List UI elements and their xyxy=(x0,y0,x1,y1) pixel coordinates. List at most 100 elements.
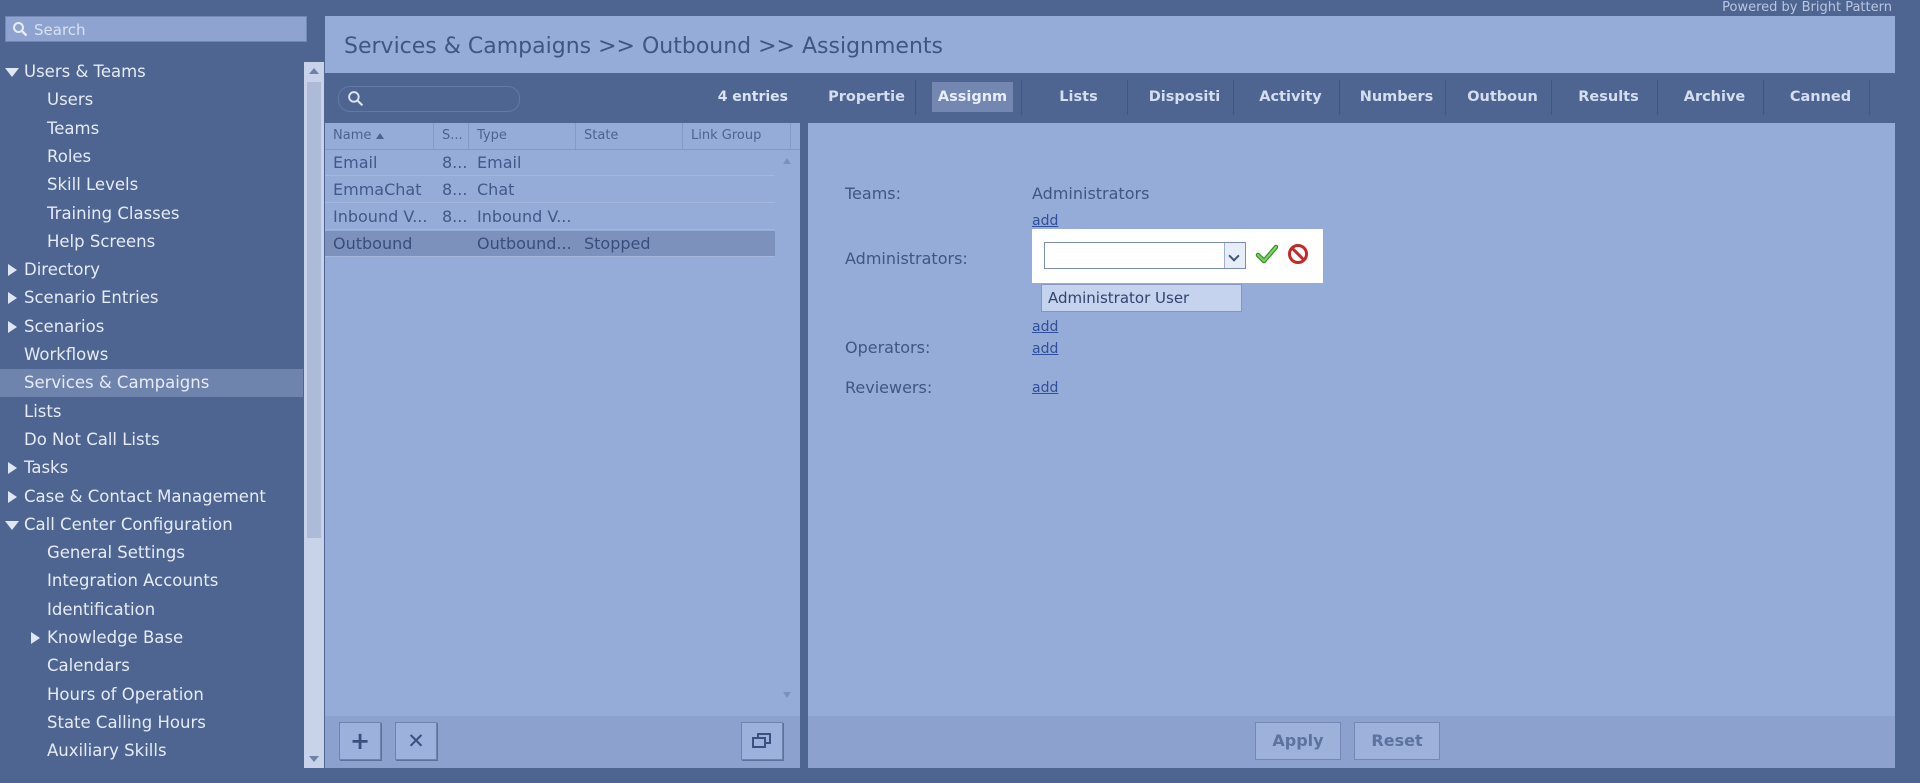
sidebar-item-teams[interactable]: Teams xyxy=(0,115,303,143)
teams-add-link[interactable]: add xyxy=(1032,213,1058,229)
reset-button[interactable]: Reset xyxy=(1354,722,1440,760)
sidebar-item-users-teams[interactable]: Users & Teams xyxy=(0,58,303,86)
caret-right-icon[interactable] xyxy=(5,256,19,284)
administrators-select[interactable] xyxy=(1044,242,1246,269)
sidebar-item-state-calling-hours[interactable]: State Calling Hours xyxy=(0,709,303,737)
list-search-input[interactable] xyxy=(369,89,513,111)
table-row[interactable]: Email 8... Email xyxy=(325,150,775,176)
tab-label: Numbers xyxy=(1359,89,1434,105)
table-row[interactable]: Inbound V... 8... Inbound V... xyxy=(325,204,775,230)
column-header-type[interactable]: Type xyxy=(469,123,576,149)
scroll-down-arrow-icon[interactable] xyxy=(309,756,319,762)
tab-dispositi[interactable]: Dispositi xyxy=(1136,80,1234,115)
caret-right-icon[interactable] xyxy=(5,313,19,341)
caret-down-icon[interactable] xyxy=(5,58,19,86)
scroll-down-arrow-icon[interactable] xyxy=(783,692,791,698)
sidebar-item-scenarios[interactable]: Scenarios xyxy=(0,313,303,341)
sidebar-item-label: Skill Levels xyxy=(47,175,139,194)
tab-label: Assignm xyxy=(931,82,1014,112)
sidebar-search[interactable] xyxy=(5,16,307,42)
details-panel: Propertie Assignm Lists Dispositi Activity Nu… xyxy=(808,73,1895,768)
sidebar-item-label: Users xyxy=(47,90,94,109)
sidebar-item-call-center-configuration[interactable]: Call Center Configuration xyxy=(0,511,303,539)
sidebar-item-lists[interactable]: Lists xyxy=(0,398,303,426)
sidebar-scrollbar[interactable] xyxy=(304,62,324,768)
reviewers-add-link[interactable]: add xyxy=(1032,380,1058,396)
list-search[interactable] xyxy=(338,86,520,112)
sidebar-item-label: Calendars xyxy=(47,656,130,675)
caret-right-icon[interactable] xyxy=(5,483,19,511)
apply-button[interactable]: Apply xyxy=(1255,722,1341,760)
sidebar-item-label: Lists xyxy=(24,402,62,421)
copy-icon xyxy=(752,727,772,755)
tab-results[interactable]: Results xyxy=(1560,80,1658,115)
sidebar-nav: Users & Teams Users Teams Roles Skill Levels… xyxy=(0,58,303,768)
caret-right-icon[interactable] xyxy=(28,624,42,652)
caret-right-icon[interactable] xyxy=(5,454,19,482)
sidebar-item-general-settings[interactable]: General Settings xyxy=(0,539,303,567)
caret-right-icon[interactable] xyxy=(5,284,19,312)
sidebar-item-label: Directory xyxy=(24,260,101,279)
table-cell-name: Inbound V... xyxy=(333,207,428,226)
sidebar-item-auxiliary-skills[interactable]: Auxiliary Skills xyxy=(0,737,303,765)
sidebar-item-hours-of-operation[interactable]: Hours of Operation xyxy=(0,681,303,709)
sidebar-item-label: Users & Teams xyxy=(24,62,146,81)
tab-propertie[interactable]: Propertie xyxy=(818,80,916,115)
sidebar-item-case-contact-management[interactable]: Case & Contact Management xyxy=(0,483,303,511)
scrollbar-thumb[interactable] xyxy=(307,82,321,538)
add-service-button[interactable]: + xyxy=(339,722,381,760)
clone-service-button[interactable] xyxy=(741,722,783,760)
table-row[interactable]: EmmaChat 8... Chat xyxy=(325,177,775,203)
sidebar-item-directory[interactable]: Directory xyxy=(0,256,303,284)
sidebar-item-identification[interactable]: Identification xyxy=(0,596,303,624)
sidebar-item-integration-accounts[interactable]: Integration Accounts xyxy=(0,567,303,595)
table-cell-state xyxy=(576,150,683,176)
tab-assignm[interactable]: Assignm xyxy=(924,80,1022,115)
sidebar-search-input[interactable] xyxy=(32,19,296,41)
caret-down-icon[interactable] xyxy=(5,511,19,539)
sidebar-item-workflows[interactable]: Workflows xyxy=(0,341,303,369)
tabs-bar: Propertie Assignm Lists Dispositi Activity Nu… xyxy=(808,73,1895,123)
column-header-s[interactable]: S... xyxy=(434,123,469,149)
operators-add-link[interactable]: add xyxy=(1032,341,1058,357)
sidebar-item-roles[interactable]: Roles xyxy=(0,143,303,171)
tab-canned[interactable]: Canned xyxy=(1772,80,1870,115)
sidebar-item-knowledge-base[interactable]: Knowledge Base xyxy=(0,624,303,652)
sidebar-item-training-classes[interactable]: Training Classes xyxy=(0,200,303,228)
scroll-up-arrow-icon[interactable] xyxy=(309,68,319,74)
sidebar-item-users[interactable]: Users xyxy=(0,86,303,114)
table-cell-state: Stopped xyxy=(584,234,651,253)
sidebar-item-do-not-call-lists[interactable]: Do Not Call Lists xyxy=(0,426,303,454)
tab-archive[interactable]: Archive xyxy=(1666,80,1764,115)
chevron-down-icon[interactable] xyxy=(1224,243,1245,268)
sidebar-item-label: Teams xyxy=(47,119,100,138)
tab-activity[interactable]: Activity xyxy=(1242,80,1340,115)
cancel-icon[interactable] xyxy=(1287,243,1309,269)
sidebar-item-skill-levels[interactable]: Skill Levels xyxy=(0,171,303,199)
column-header-link-group[interactable]: Link Group xyxy=(683,123,791,149)
list-scrollbar[interactable] xyxy=(779,150,797,710)
tab-outboun[interactable]: Outboun xyxy=(1454,80,1552,115)
sidebar-item-label: Scenarios xyxy=(24,317,105,336)
main-content: Services & Campaigns >> Outbound >> Assi… xyxy=(325,16,1895,768)
table-cell-s: 8... xyxy=(442,180,468,199)
administrators-edit-box xyxy=(1032,229,1323,283)
column-header-state[interactable]: State xyxy=(576,123,683,149)
table-cell-s xyxy=(434,231,469,257)
scroll-up-arrow-icon[interactable] xyxy=(783,158,791,164)
table-cell-type: Outbound... xyxy=(477,234,572,253)
tab-lists[interactable]: Lists xyxy=(1030,80,1128,115)
delete-service-button[interactable]: ✕ xyxy=(395,722,437,760)
sidebar-item-tasks[interactable]: Tasks xyxy=(0,454,303,482)
sidebar-item-services-campaigns[interactable]: Services & Campaigns xyxy=(0,369,303,397)
sidebar-item-scenario-entries[interactable]: Scenario Entries xyxy=(0,284,303,312)
confirm-checkmark-icon[interactable] xyxy=(1255,242,1279,270)
dropdown-option-administrator-user[interactable]: Administrator User xyxy=(1041,284,1242,312)
column-header-name[interactable]: Name xyxy=(325,123,434,149)
table-row[interactable]: Outbound Outbound... Stopped xyxy=(325,231,775,257)
tab-numbers[interactable]: Numbers xyxy=(1348,80,1446,115)
sidebar-item-help-screens[interactable]: Help Screens xyxy=(0,228,303,256)
sidebar-item-calendars[interactable]: Calendars xyxy=(0,652,303,680)
administrators-add-link[interactable]: add xyxy=(1032,319,1058,335)
panel-divider[interactable] xyxy=(800,73,808,768)
